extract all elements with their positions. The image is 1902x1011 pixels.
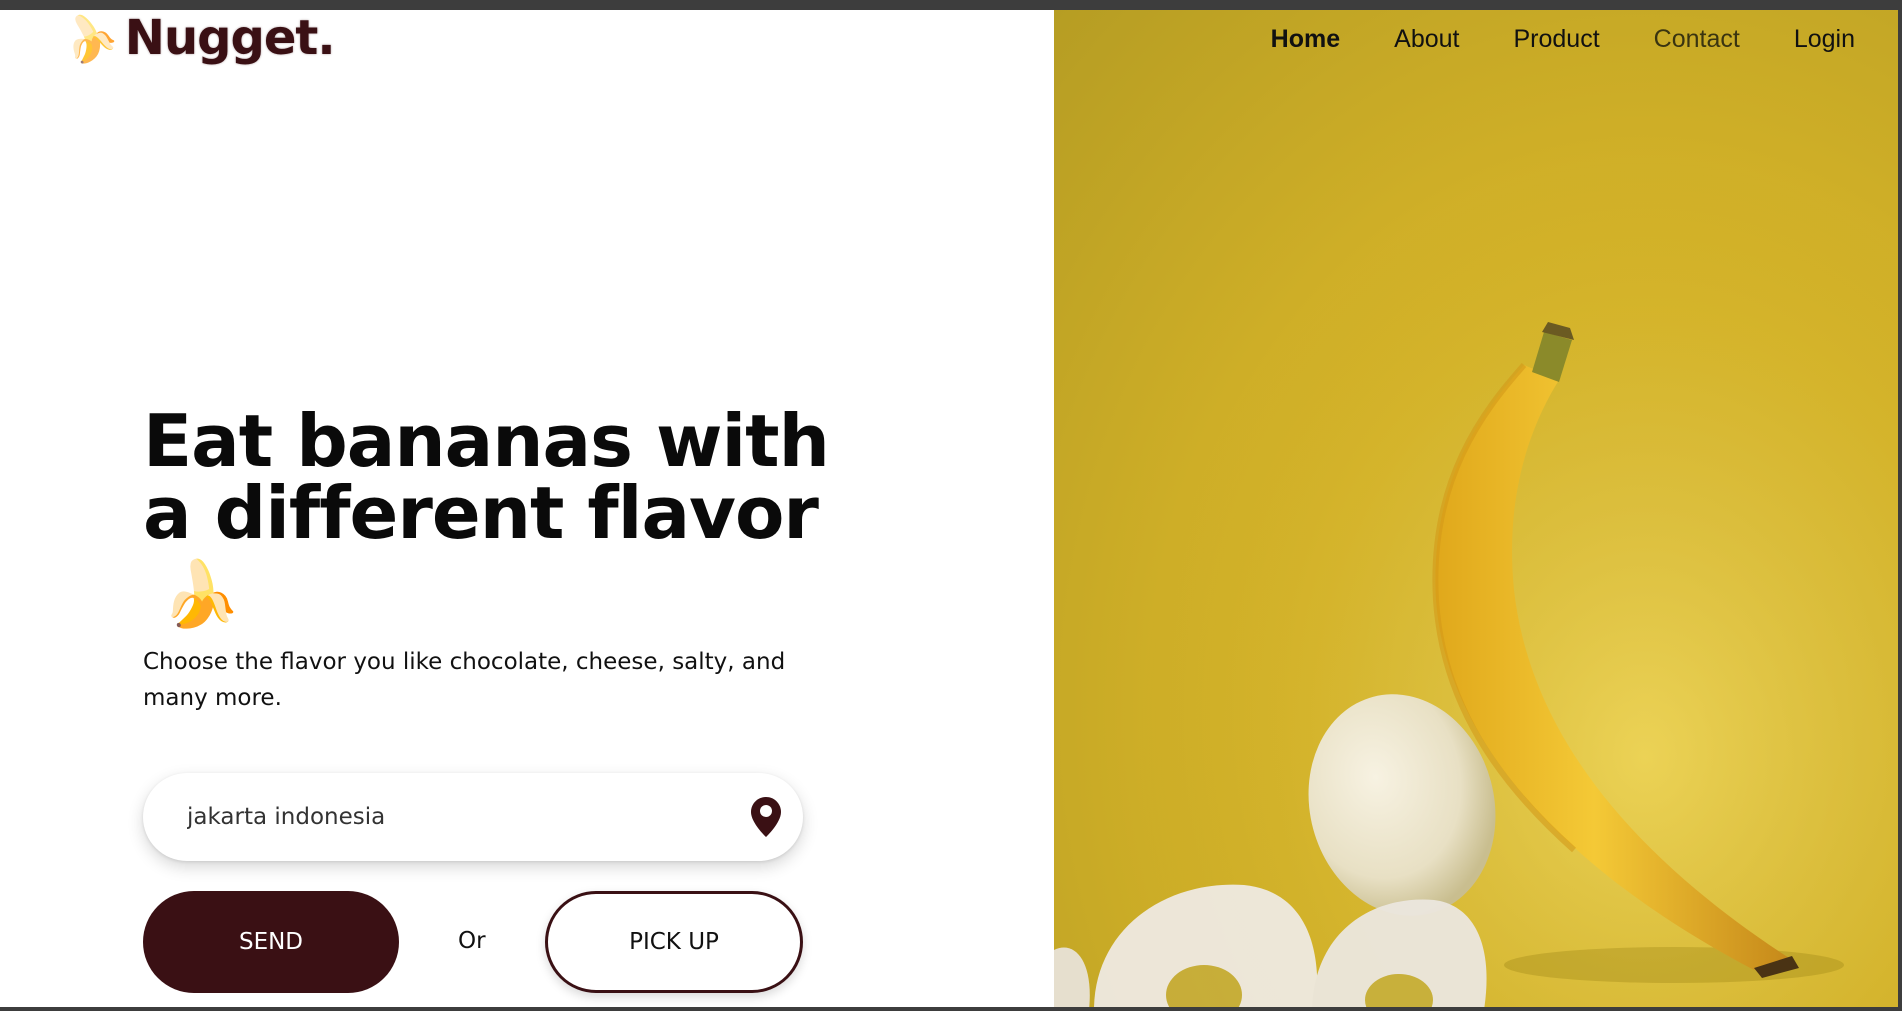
window-right-border <box>1898 10 1902 1011</box>
banana-icon: 🍌 <box>161 558 241 632</box>
location-pin-icon[interactable] <box>751 797 781 837</box>
nav-contact[interactable]: Contact <box>1627 22 1767 56</box>
brand-logo[interactable]: 🍌 Nugget. <box>55 4 336 71</box>
or-label: Or <box>458 928 486 954</box>
main-nav: Home About Product Contact Login <box>1244 22 1882 56</box>
window-top-border <box>0 0 1902 10</box>
hero-subtitle: Choose the flavor you like chocolate, ch… <box>143 649 786 711</box>
location-field <box>143 773 803 861</box>
location-input[interactable] <box>185 803 751 831</box>
pickup-button[interactable]: PICK UP <box>545 891 803 993</box>
brand-name: Nugget. <box>124 10 336 66</box>
window-bottom-border <box>0 1007 1902 1011</box>
banana-icon: 🍌 <box>54 4 124 71</box>
hero-banana-photo <box>1054 10 1898 1007</box>
send-button[interactable]: SEND <box>143 891 399 993</box>
hero-title: Eat bananas with a different flavor🍌 <box>143 405 863 631</box>
hero-title-text: Eat bananas with a different flavor <box>143 399 830 555</box>
nav-home[interactable]: Home <box>1244 22 1367 56</box>
nav-product[interactable]: Product <box>1486 22 1626 56</box>
nav-login[interactable]: Login <box>1767 22 1882 56</box>
banana-illustration <box>1054 10 1898 1007</box>
nav-about[interactable]: About <box>1367 22 1486 56</box>
